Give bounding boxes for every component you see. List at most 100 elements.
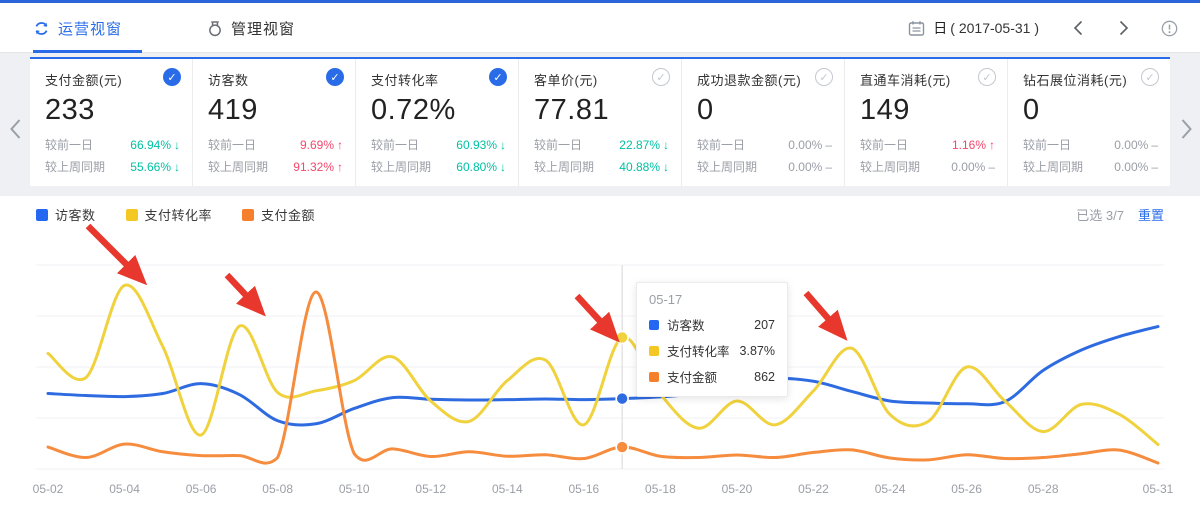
compare-label: 较上周同期 bbox=[860, 158, 951, 175]
check-circle-icon[interactable]: ✓ bbox=[326, 68, 344, 86]
metric-compare-row: 较上周同期60.80% bbox=[371, 158, 506, 175]
tab-management[interactable]: 管理视窗 bbox=[207, 3, 325, 53]
compare-value: 22.87% bbox=[619, 138, 669, 152]
metric-card-panel: 支付金额(元)✓233较前一日66.94%较上周同期55.66%访客数✓419较… bbox=[30, 57, 1170, 186]
chart-panel: 访客数 支付转化率 支付金额 已选 3/7 重置 05-0205-0405-0605… bbox=[0, 196, 1200, 523]
compare-value: 91.32% bbox=[293, 160, 343, 174]
tooltip-row: 支付转化率3.87% bbox=[649, 341, 775, 360]
check-circle-icon[interactable]: ✓ bbox=[815, 68, 833, 86]
compare-percent: 0.00% bbox=[1114, 160, 1148, 174]
compare-label: 较上周同期 bbox=[371, 158, 456, 175]
metric-compare-row: 较前一日1.16% bbox=[860, 136, 995, 153]
metric-card-3[interactable]: 支付转化率✓0.72%较前一日60.93%较上周同期60.80% bbox=[356, 59, 519, 186]
date-toolbar: 日 ( 2017-05-31 ) bbox=[908, 3, 1178, 53]
compare-label: 较前一日 bbox=[371, 136, 456, 153]
x-axis-label: 05-24 bbox=[875, 482, 906, 496]
metric-card-6[interactable]: 直通车消耗(元)✓149较前一日1.16%较上周同期0.00% bbox=[845, 59, 1008, 186]
x-axis-label: 05-14 bbox=[492, 482, 523, 496]
metric-compare-row: 较前一日22.87% bbox=[534, 136, 669, 153]
check-circle-icon[interactable]: ✓ bbox=[1141, 68, 1159, 86]
metric-card-2[interactable]: 访客数✓419较前一日9.69%较上周同期91.32% bbox=[193, 59, 356, 186]
legend-label: 支付金额 bbox=[261, 205, 315, 224]
management-view-icon bbox=[207, 20, 223, 37]
compare-percent: 60.80% bbox=[456, 160, 497, 174]
metric-card-4[interactable]: 客单价(元)✓77.81较前一日22.87%较上周同期40.88% bbox=[519, 59, 682, 186]
compare-label: 较前一日 bbox=[1023, 136, 1114, 153]
trend-down-icon bbox=[497, 160, 506, 174]
metric-title: 直通车消耗(元) bbox=[860, 70, 995, 89]
trend-flat-icon bbox=[1148, 138, 1158, 152]
legend-swatch bbox=[36, 209, 48, 221]
reset-button[interactable]: 重置 bbox=[1138, 205, 1164, 224]
compare-label: 较前一日 bbox=[860, 136, 952, 153]
compare-percent: 0.00% bbox=[788, 160, 822, 174]
trend-flat-icon bbox=[985, 160, 995, 174]
cards-next-button[interactable] bbox=[1180, 118, 1193, 145]
highlight-dot-访客数 bbox=[616, 393, 628, 405]
metric-compare-row: 较前一日60.93% bbox=[371, 136, 506, 153]
calendar-icon[interactable] bbox=[908, 20, 925, 37]
trend-flat-icon bbox=[1148, 160, 1158, 174]
cards-prev-button[interactable] bbox=[9, 118, 22, 145]
x-axis-label: 05-26 bbox=[951, 482, 982, 496]
check-circle-icon[interactable]: ✓ bbox=[163, 68, 181, 86]
metric-card-5[interactable]: 成功退款金额(元)✓0较前一日0.00%较上周同期0.00% bbox=[682, 59, 845, 186]
legend-item[interactable]: 支付金额 bbox=[242, 205, 315, 224]
date-prev-button[interactable] bbox=[1073, 20, 1084, 36]
compare-label: 较前一日 bbox=[45, 136, 130, 153]
trend-down-icon bbox=[497, 138, 506, 152]
selected-count: 已选 3/7 bbox=[1076, 205, 1124, 224]
trend-down-icon bbox=[171, 160, 180, 174]
trend-flat-icon bbox=[822, 138, 832, 152]
compare-percent: 22.87% bbox=[619, 138, 660, 152]
series-line-访客数 bbox=[48, 327, 1158, 425]
legend-item[interactable]: 访客数 bbox=[36, 205, 96, 224]
legend-row: 访客数 支付转化率 支付金额 已选 3/7 重置 bbox=[36, 205, 1164, 224]
tooltip-row: 访客数207 bbox=[649, 315, 775, 334]
tooltip-value: 207 bbox=[754, 318, 775, 332]
date-next-button[interactable] bbox=[1118, 20, 1129, 36]
legend-item[interactable]: 支付转化率 bbox=[126, 205, 213, 224]
compare-value: 9.69% bbox=[300, 138, 343, 152]
check-circle-icon[interactable]: ✓ bbox=[489, 68, 507, 86]
metric-title: 钻石展位消耗(元) bbox=[1023, 70, 1158, 89]
check-circle-icon[interactable]: ✓ bbox=[652, 68, 670, 86]
x-axis-label: 05-10 bbox=[339, 482, 370, 496]
x-axis-label: 05-08 bbox=[262, 482, 293, 496]
compare-value: 0.00% bbox=[1114, 160, 1158, 174]
metric-card-7[interactable]: 钻石展位消耗(元)✓ 0 较前一日0.00%较上周同期0.00% bbox=[1008, 59, 1170, 186]
x-axis-label: 05-20 bbox=[722, 482, 753, 496]
metric-title: 访客数 bbox=[208, 70, 343, 89]
x-axis-label: 05-31 bbox=[1143, 482, 1174, 496]
compare-value: 60.80% bbox=[456, 160, 506, 174]
date-display[interactable]: ( 2017-05-31 ) bbox=[950, 20, 1039, 36]
chart-svg[interactable]: 05-0205-0405-0605-0805-1005-1205-1405-16… bbox=[0, 196, 1200, 523]
compare-percent: 9.69% bbox=[300, 138, 334, 152]
view-tabs: 运营视窗 管理视窗 bbox=[33, 3, 380, 53]
metric-title: 支付金额(元) bbox=[45, 70, 180, 89]
trend-flat-icon bbox=[822, 160, 832, 174]
info-icon[interactable] bbox=[1161, 20, 1178, 37]
check-circle-icon[interactable]: ✓ bbox=[978, 68, 996, 86]
compare-label: 较上周同期 bbox=[1023, 158, 1114, 175]
compare-percent: 40.88% bbox=[619, 160, 660, 174]
date-granularity[interactable]: 日 bbox=[933, 18, 947, 38]
trend-down-icon bbox=[171, 138, 180, 152]
x-axis-label: 05-18 bbox=[645, 482, 676, 496]
app-window: 运营视窗 管理视窗 日 ( 2017-05-31 ) 支付金额(元)✓233较前一… bbox=[0, 0, 1200, 523]
tooltip-row: 支付金额862 bbox=[649, 367, 775, 386]
tab-operations[interactable]: 运营视窗 bbox=[33, 3, 152, 53]
metric-value: 0 bbox=[1023, 94, 1158, 127]
metric-compare-row: 较上周同期0.00% bbox=[1023, 158, 1158, 175]
x-axis-label: 05-02 bbox=[33, 482, 64, 496]
compare-label: 较前一日 bbox=[208, 136, 300, 153]
compare-value: 0.00% bbox=[788, 160, 832, 174]
metric-compare-row: 较上周同期0.00% bbox=[860, 158, 995, 175]
trend-up-icon bbox=[986, 138, 995, 152]
x-axis-label: 05-22 bbox=[798, 482, 829, 496]
x-axis-label: 05-06 bbox=[186, 482, 217, 496]
x-axis-label: 05-28 bbox=[1028, 482, 1059, 496]
active-tab-underline bbox=[33, 50, 142, 53]
metric-card-1[interactable]: 支付金额(元)✓233较前一日66.94%较上周同期55.66% bbox=[30, 59, 193, 186]
tooltip-value: 3.87% bbox=[740, 344, 775, 358]
